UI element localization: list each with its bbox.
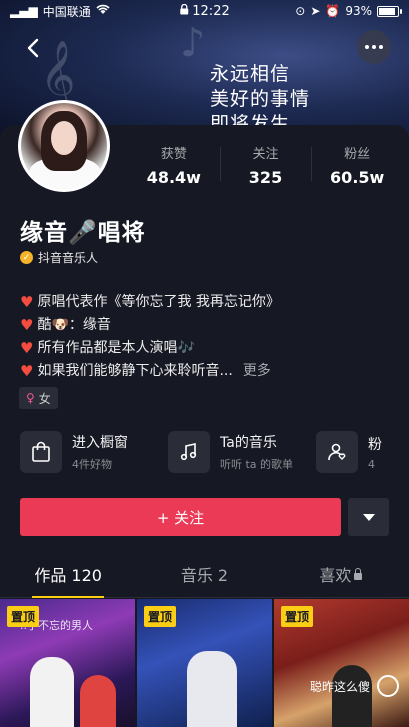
video-thumbnail[interactable]: ..手不忘的男人 置顶: [0, 599, 135, 727]
lock-icon: [179, 3, 188, 19]
gender-tag: ♀ 女: [19, 387, 58, 409]
stat-likes[interactable]: 获赞 48.4w: [128, 143, 220, 187]
entry-music[interactable]: Ta的音乐 听听 ta 的歌单: [168, 431, 308, 473]
more-dots-icon: [365, 45, 369, 49]
watermark-icon: [377, 675, 399, 697]
battery-percent: 93%: [345, 4, 372, 18]
video-thumbnail[interactable]: 聪昨这么傻 置顶: [274, 599, 409, 727]
bio-line: ♥ 原唱代表作《等你忘了我 我再忘记你》: [20, 291, 280, 314]
chevron-left-icon: [27, 38, 39, 58]
avatar[interactable]: [18, 100, 110, 192]
alarm-icon: ⏰: [325, 4, 341, 18]
bio-line: ♥ 如果我们能够静下心来聆听音... 更多: [20, 360, 280, 383]
tab-works[interactable]: 作品 120: [0, 558, 136, 598]
carrier-name: 中国联通: [42, 4, 91, 19]
music-note-decoration: ♪: [180, 20, 206, 66]
heart-icon: ♥: [20, 339, 34, 357]
stat-following[interactable]: 关注 325: [219, 143, 312, 187]
tab-music[interactable]: 音乐 2: [136, 558, 272, 597]
fans-group-icon: [316, 431, 358, 473]
profile-stats: 获赞 48.4w 关注 325 粉丝 60.5w: [128, 143, 403, 187]
triangle-down-icon: [362, 513, 375, 521]
bio-line: ♥ 所有作品都是本人演唱🎶: [20, 337, 280, 360]
verified-check-icon: ✓: [20, 251, 33, 264]
entry-showcase[interactable]: 进入橱窗 4件好物: [20, 431, 160, 473]
video-thumbnail[interactable]: 置顶: [137, 599, 272, 727]
recommend-dropdown-button[interactable]: [348, 498, 389, 536]
verification-badge: ✓ 抖音音乐人: [20, 249, 98, 266]
heart-icon: ♥: [20, 362, 34, 380]
lock-icon: [354, 568, 363, 580]
shopping-bag-icon: [20, 431, 62, 473]
profile-card: 获赞 48.4w 关注 325 粉丝 60.5w 缘音🎤唱将 ✓ 抖音音乐人 ♥…: [0, 100, 409, 727]
status-bar: ▂▄▆ 中国联通 12:22 ⊙ ➤ ⏰ 93%: [0, 0, 409, 22]
pinned-badge: 置顶: [7, 606, 40, 627]
signal-icon: ▂▄▆: [10, 4, 38, 18]
profile-entries: 进入橱窗 4件好物 Ta的音乐 听听 ta 的歌单 粉 4: [20, 431, 409, 473]
content-tabs: 作品 120 音乐 2 喜欢: [0, 558, 409, 598]
back-button[interactable]: [22, 36, 46, 60]
wifi-icon: [96, 4, 110, 18]
heart-icon: ♥: [20, 293, 34, 311]
orientation-lock-icon: ⊙: [295, 4, 306, 18]
heart-icon: ♥: [20, 316, 34, 334]
clock-time: 12:22: [192, 3, 230, 19]
bio-more-link[interactable]: 更多: [243, 360, 271, 383]
location-icon: ➤: [310, 4, 321, 18]
entry-fans-group[interactable]: 粉 4: [316, 431, 409, 473]
profile-bio: ♥ 原唱代表作《等你忘了我 我再忘记你》 ♥ 酷🐶：缘音 ♥ 所有作品都是本人演唱🎶 …: [20, 291, 280, 383]
bio-line: ♥ 酷🐶：缘音: [20, 314, 280, 337]
more-options-button[interactable]: [357, 30, 391, 64]
battery-icon: [377, 5, 402, 17]
follow-button[interactable]: + 关注: [20, 498, 341, 536]
pinned-badge: 置顶: [281, 606, 314, 627]
profile-name: 缘音🎤唱将: [20, 220, 146, 246]
female-icon: ♀: [26, 391, 35, 405]
video-grid: ..手不忘的男人 置顶 置顶 聪昨这么傻 置顶: [0, 599, 409, 727]
stat-followers[interactable]: 粉丝 60.5w: [311, 143, 403, 187]
pinned-badge: 置顶: [144, 606, 177, 627]
music-note-icon: [168, 431, 210, 473]
tab-likes[interactable]: 喜欢: [273, 558, 409, 597]
